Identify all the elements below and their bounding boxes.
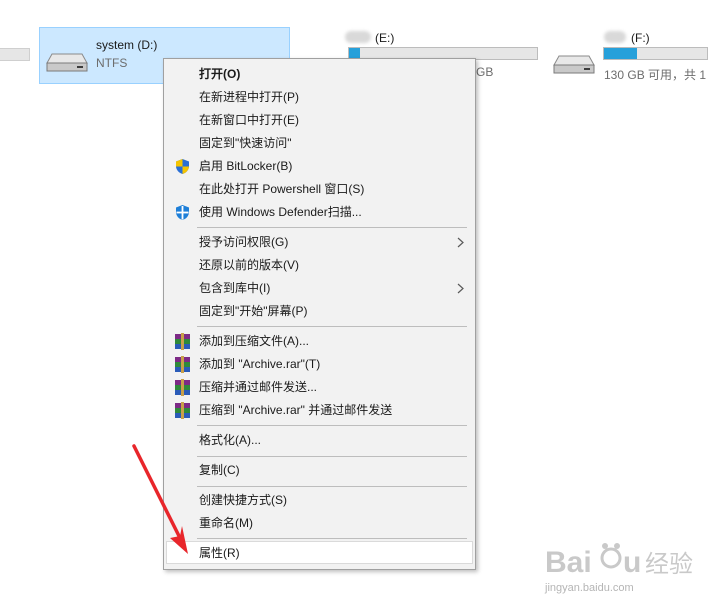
- menu-item-defender-scan[interactable]: 使用 Windows Defender扫描...: [166, 201, 473, 224]
- menu-item-label: 授予访问权限(G): [199, 235, 289, 249]
- defender-shield-icon: [176, 205, 189, 220]
- drive-usage-bar-offscreen: [0, 48, 30, 61]
- menu-item-label: 创建快捷方式(S): [199, 493, 287, 507]
- menu-item-label: 还原以前的版本(V): [199, 258, 299, 272]
- drive-name-e: (E:): [375, 31, 395, 45]
- winrar-icon: [175, 333, 190, 350]
- menu-item-add-to-archive-rar[interactable]: 添加到 "Archive.rar"(T): [166, 353, 473, 376]
- menu-separator: [197, 456, 467, 457]
- menu-item-open[interactable]: 打开(O): [166, 63, 473, 86]
- menu-item-open-new-process[interactable]: 在新进程中打开(P): [166, 86, 473, 109]
- menu-item-compress-rar-and-email[interactable]: 压缩到 "Archive.rar" 并通过邮件发送: [166, 399, 473, 422]
- menu-item-label: 固定到"快速访问": [199, 136, 292, 150]
- drive-tile-f[interactable]: (F:) 130 GB 可用，共 1: [548, 25, 708, 83]
- menu-item-rename[interactable]: 重命名(M): [166, 512, 473, 535]
- chevron-right-icon: [457, 283, 464, 294]
- redacted-label: [345, 31, 371, 43]
- menu-item-label: 压缩并通过邮件发送...: [199, 380, 318, 394]
- redacted-label: [604, 31, 626, 43]
- menu-separator: [197, 326, 467, 327]
- menu-item-label: 固定到"开始"屏幕(P): [199, 304, 308, 318]
- menu-item-label: 包含到库中(I): [199, 281, 271, 295]
- drive-name-f: (F:): [631, 31, 650, 45]
- menu-item-label: 添加到压缩文件(A)...: [199, 334, 309, 348]
- drive-capacity-e: GB: [476, 65, 494, 79]
- winrar-icon: [175, 356, 190, 373]
- menu-item-pin-start[interactable]: 固定到"开始"屏幕(P): [166, 300, 473, 323]
- winrar-icon: [175, 402, 190, 419]
- menu-item-label: 打开(O): [199, 67, 241, 81]
- drive-usage-bar-f: [603, 47, 708, 60]
- menu-item-compress-and-email[interactable]: 压缩并通过邮件发送...: [166, 376, 473, 399]
- menu-item-label: 格式化(A)...: [199, 433, 261, 447]
- drive-name-d: system (D:): [96, 38, 158, 52]
- chevron-right-icon: [457, 237, 464, 248]
- annotation-arrow-icon: [132, 444, 188, 554]
- drive-usage-fill-f: [604, 48, 637, 59]
- context-menu: 打开(O) 在新进程中打开(P) 在新窗口中打开(E) 固定到"快速访问" 启用…: [163, 58, 476, 570]
- menu-separator: [197, 486, 467, 487]
- menu-separator: [197, 227, 467, 228]
- winrar-icon: [175, 379, 190, 396]
- drive-filesystem-d: NTFS: [96, 56, 128, 70]
- drive-capacity-f: 130 GB 可用，共 1: [604, 68, 707, 82]
- svg-text:Bai: Bai: [545, 546, 592, 579]
- menu-item-open-powershell[interactable]: 在此处打开 Powershell 窗口(S): [166, 178, 473, 201]
- menu-item-label: 重命名(M): [199, 516, 253, 530]
- menu-item-label: 使用 Windows Defender扫描...: [199, 205, 362, 219]
- menu-item-pin-quick-access[interactable]: 固定到"快速访问": [166, 132, 473, 155]
- menu-item-label: 在新进程中打开(P): [199, 90, 299, 104]
- menu-item-include-in-library[interactable]: 包含到库中(I): [166, 277, 473, 300]
- hard-drive-icon: [553, 55, 595, 74]
- menu-item-label: 启用 BitLocker(B): [199, 159, 293, 173]
- svg-text:u: u: [623, 546, 641, 579]
- menu-separator: [197, 538, 467, 539]
- menu-item-restore-previous[interactable]: 还原以前的版本(V): [166, 254, 473, 277]
- uac-shield-icon: [176, 159, 189, 174]
- menu-item-label: 在新窗口中打开(E): [199, 113, 299, 127]
- menu-item-create-shortcut[interactable]: 创建快捷方式(S): [166, 489, 473, 512]
- hard-drive-icon: [46, 53, 88, 72]
- svg-text:经验: 经验: [645, 550, 693, 578]
- menu-item-label: 属性(R): [199, 546, 240, 560]
- watermark-url: jingyan.baidu.com: [545, 582, 634, 594]
- menu-item-open-new-window[interactable]: 在新窗口中打开(E): [166, 109, 473, 132]
- menu-item-label: 复制(C): [199, 463, 240, 477]
- menu-item-label: 在此处打开 Powershell 窗口(S): [199, 182, 365, 196]
- menu-separator: [197, 425, 467, 426]
- menu-item-label: 压缩到 "Archive.rar" 并通过邮件发送: [199, 403, 393, 417]
- menu-item-grant-access[interactable]: 授予访问权限(G): [166, 231, 473, 254]
- menu-item-label: 添加到 "Archive.rar"(T): [199, 357, 321, 371]
- menu-item-bitlocker[interactable]: 启用 BitLocker(B): [166, 155, 473, 178]
- menu-item-copy[interactable]: 复制(C): [166, 459, 473, 482]
- menu-item-properties[interactable]: 属性(R): [166, 541, 473, 564]
- menu-item-add-to-archive[interactable]: 添加到压缩文件(A)...: [166, 330, 473, 353]
- menu-item-format[interactable]: 格式化(A)...: [166, 429, 473, 452]
